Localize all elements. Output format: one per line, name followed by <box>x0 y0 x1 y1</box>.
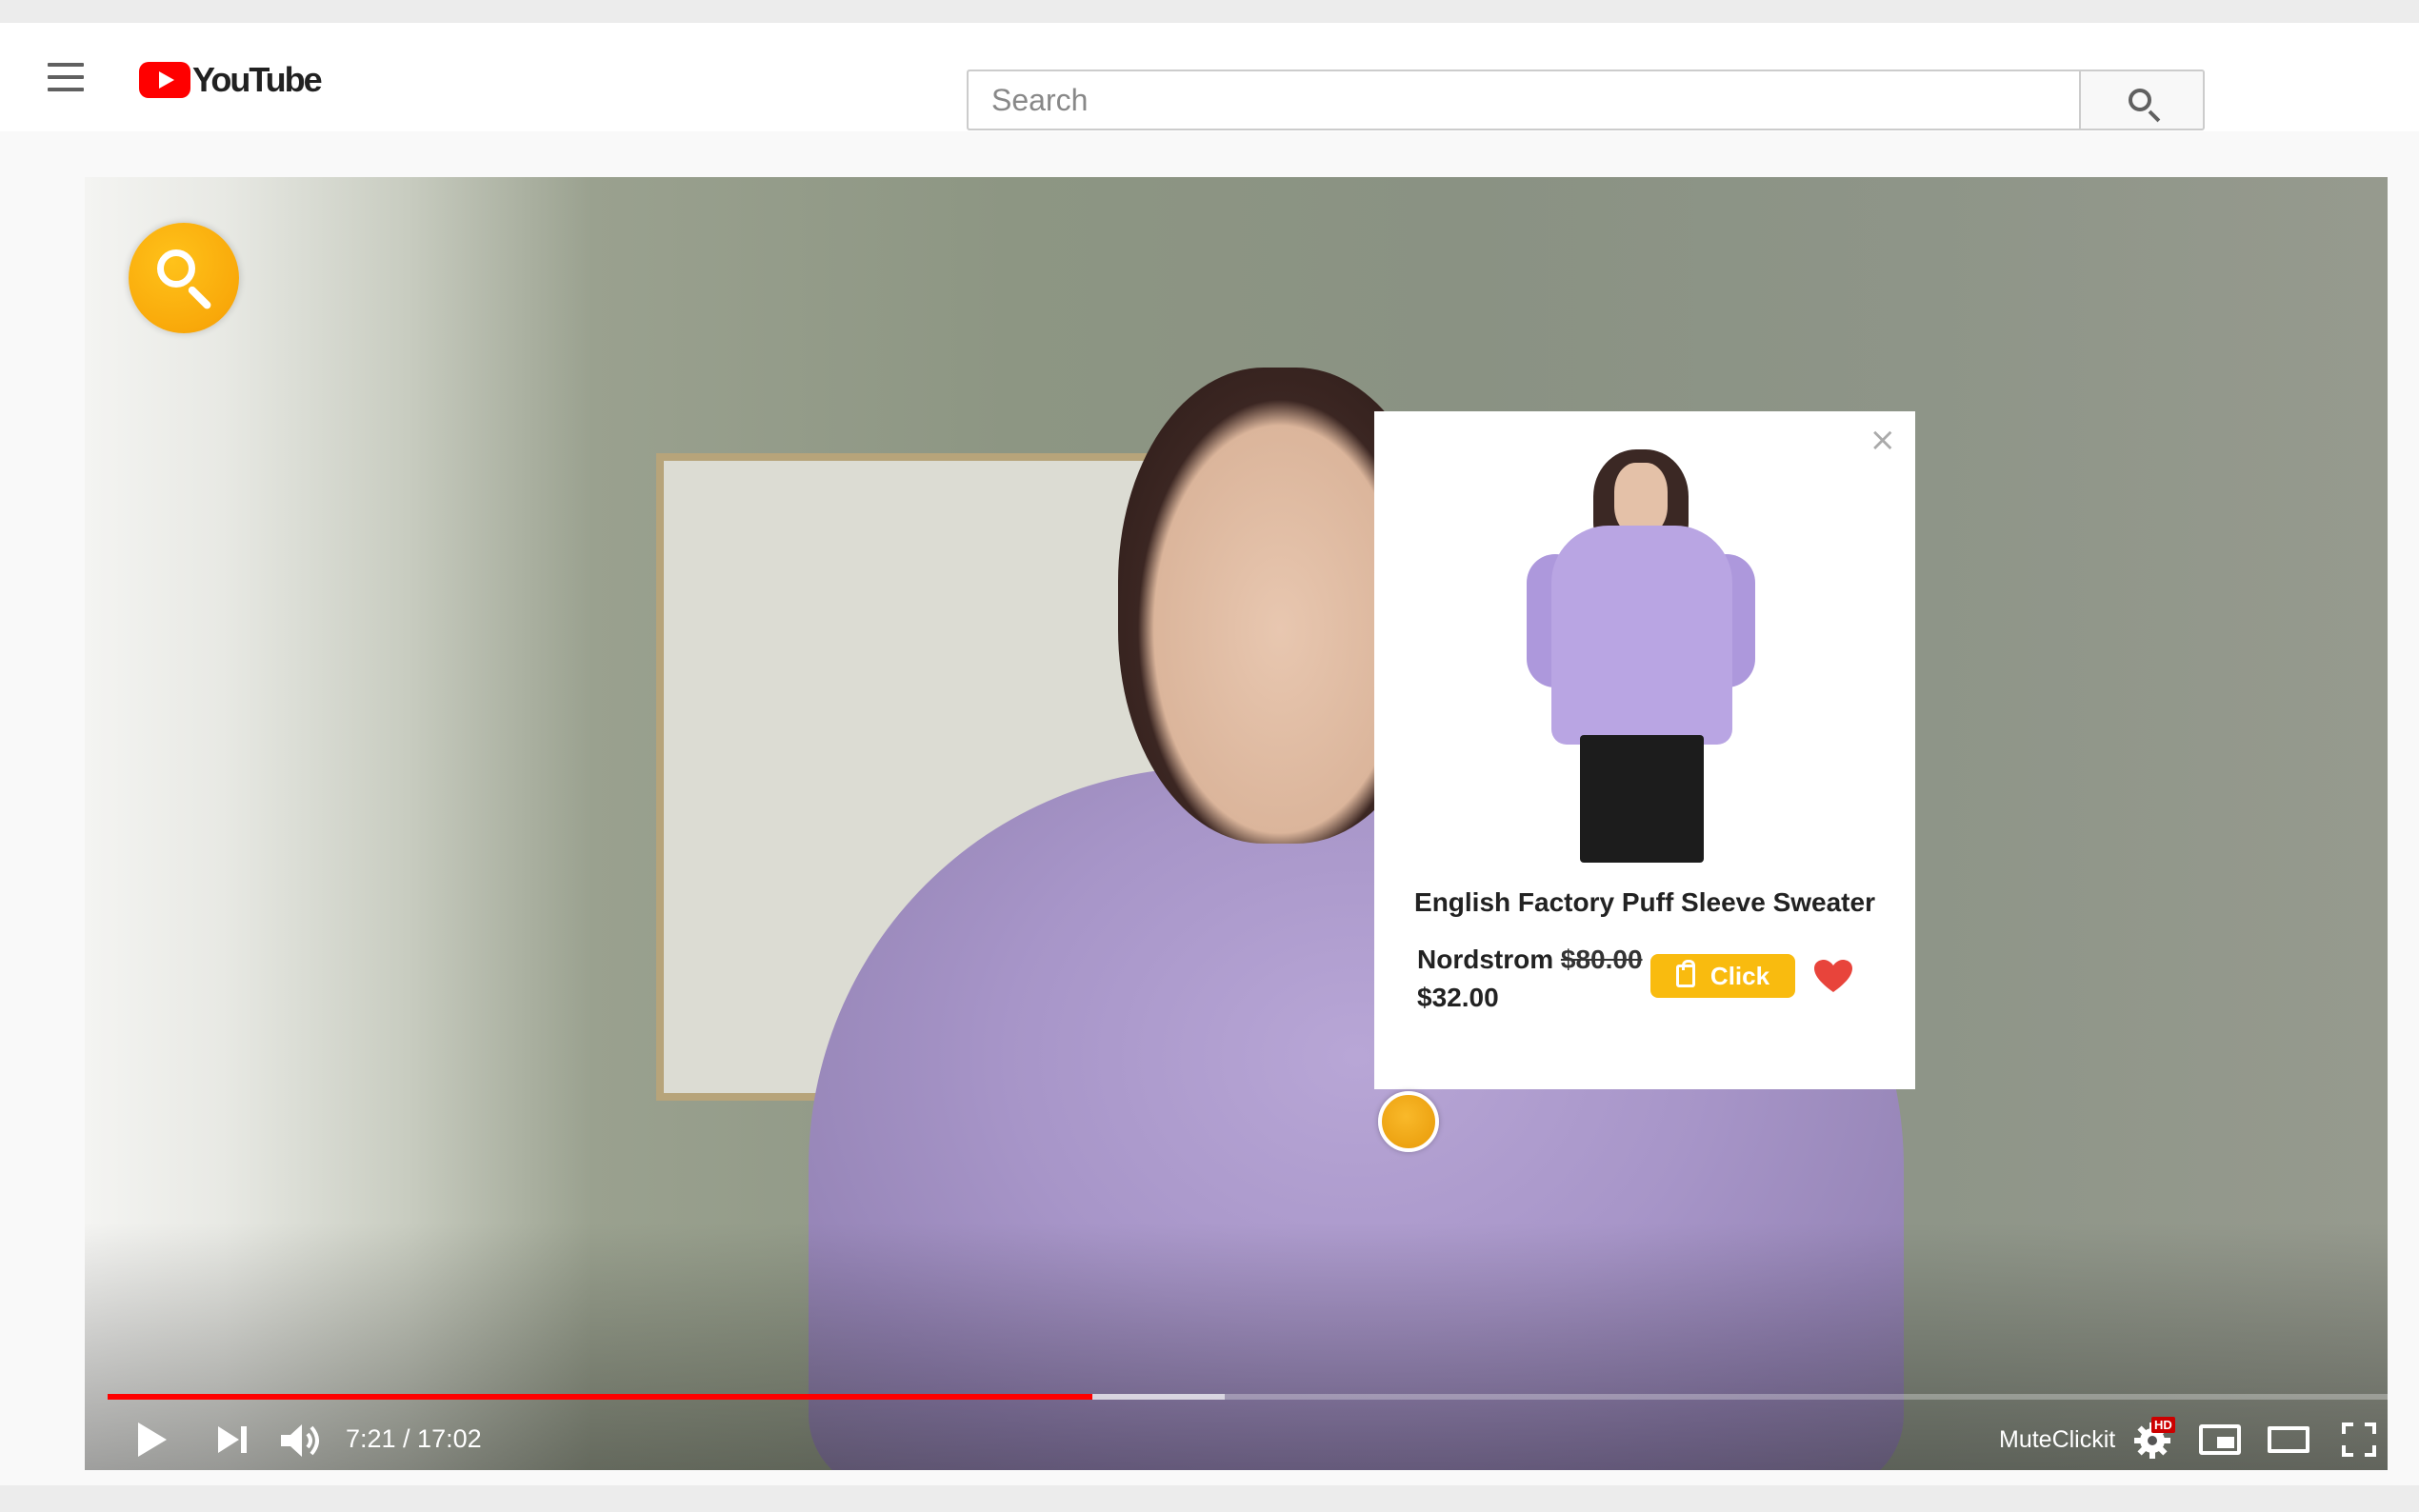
video-player[interactable]: × English Factory Puff Sleeve Sweater No… <box>85 177 2388 1470</box>
time-display: 7:21 / 17:02 <box>346 1424 482 1453</box>
close-icon[interactable]: × <box>1869 421 1897 459</box>
current-price: $32.00 <box>1417 983 1499 1012</box>
miniplayer-icon[interactable] <box>2199 1424 2241 1455</box>
product-image[interactable] <box>1527 449 1755 863</box>
search-icon <box>2129 89 2151 111</box>
search-button[interactable] <box>2079 70 2205 130</box>
hd-badge: HD <box>2151 1417 2175 1433</box>
progress-bar[interactable] <box>108 1394 2388 1400</box>
play-icon[interactable] <box>138 1422 167 1457</box>
masthead: YouTube <box>0 23 2419 131</box>
old-price: $80.00 <box>1560 945 1643 974</box>
player-controls: 7:21 / 17:02 MuteClickit HD <box>85 1411 2388 1470</box>
logo-text: YouTube <box>192 60 323 99</box>
youtube-logo-icon <box>139 62 190 98</box>
product-title: English Factory Puff Sleeve Sweater <box>1414 887 1875 917</box>
youtube-logo[interactable]: YouTube <box>139 59 323 101</box>
next-icon[interactable] <box>218 1424 250 1455</box>
heart-icon[interactable] <box>1814 960 1852 994</box>
browser-top-strip <box>0 0 2419 23</box>
menu-icon[interactable] <box>48 63 90 93</box>
shop-click-button[interactable]: Click <box>1650 954 1795 998</box>
muteclickit-button[interactable]: MuteClickit <box>1999 1426 2115 1454</box>
overlay-search-button[interactable] <box>129 223 239 333</box>
browser-bottom-strip <box>0 1485 2419 1512</box>
search-bar <box>967 70 2205 130</box>
price-block: Nordstrom $80.00 $32.00 <box>1417 941 1643 1017</box>
overlay-search-icon <box>157 249 195 288</box>
shopping-bag-icon <box>1675 960 1695 987</box>
volume-icon[interactable] <box>279 1422 327 1459</box>
product-card: × English Factory Puff Sleeve Sweater No… <box>1374 411 1915 1089</box>
progress-played <box>108 1394 1093 1400</box>
product-marker-dot[interactable] <box>1378 1091 1439 1152</box>
store-name: Nordstrom <box>1417 945 1554 974</box>
fullscreen-icon[interactable] <box>2342 1422 2376 1457</box>
theater-icon[interactable] <box>2268 1426 2309 1453</box>
search-input[interactable] <box>967 70 2079 130</box>
click-button-label: Click <box>1709 961 1770 990</box>
